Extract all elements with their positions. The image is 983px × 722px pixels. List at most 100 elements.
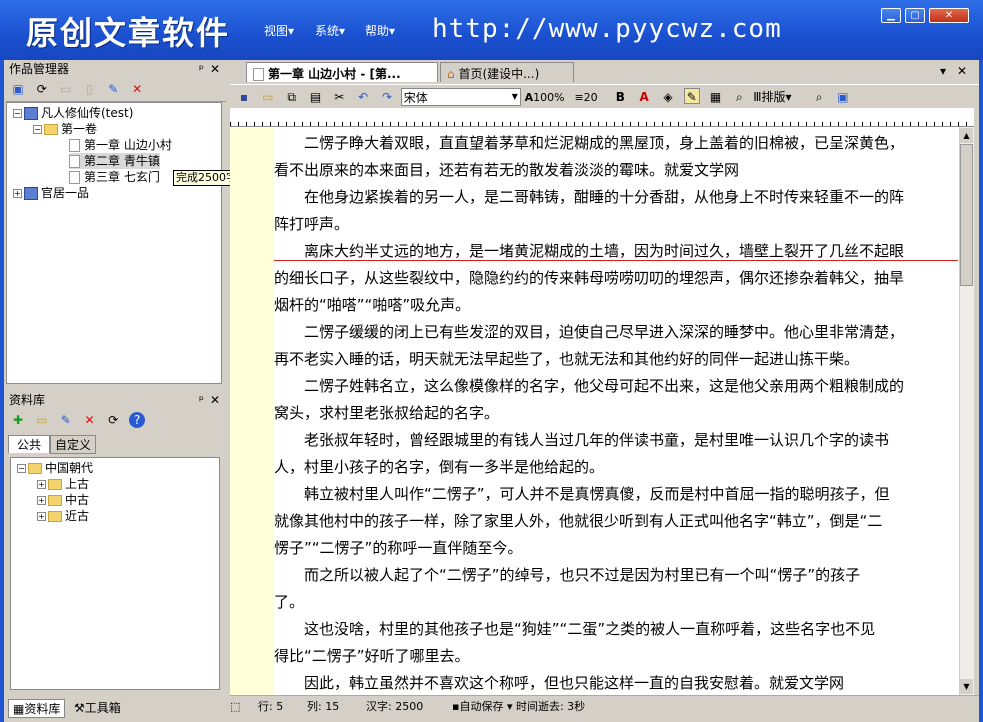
refresh-icon[interactable]: ⟳ (105, 412, 121, 428)
library-panel-header: 资料库 ᵖ ✕ (6, 391, 226, 409)
add-icon[interactable]: ✚ (10, 412, 26, 428)
bold-button[interactable]: B (612, 89, 628, 105)
close-button[interactable]: ✕ (929, 8, 969, 23)
text-line: 因此，韩立虽然并不喜欢这个称呼，但也只能这样一直的自我安慰着。就爱文学网 (274, 674, 845, 692)
autosave-control[interactable]: ▪自动保存 ▾ 时间逝去: 3秒 (452, 696, 585, 718)
panel-close-icon[interactable]: ✕ (210, 60, 220, 78)
open-folder-icon[interactable]: ▭ (34, 412, 50, 428)
tab-public[interactable]: 公共 (8, 435, 51, 453)
tree-near[interactable]: + 近古 (37, 508, 89, 524)
text-line: 人，村里小孩子的名字，倒有一多半是他给起的。 (274, 458, 605, 476)
text-line: 二愣子睁大着双眼，直直望着茅草和烂泥糊成的黑屋顶，身上盖着的旧棉被，已呈深黄色， (274, 134, 905, 152)
works-toolbar: ▣ ⟳ ▭ ▯ ✎ ✕ (6, 78, 226, 102)
paste-icon[interactable]: ▤ (307, 89, 323, 105)
panel-close-icon[interactable]: ✕ (210, 391, 220, 409)
tree-chapter-1[interactable]: 第一章 山边小村 (69, 137, 172, 153)
text-line: 了。 (274, 593, 305, 611)
scroll-down-icon[interactable]: ▼ (960, 679, 973, 694)
text-line: 离床大约半丈远的地方，是一堵黄泥糊成的土墙，因为时间过久，墙壁上裂开了几丝不起眼 (274, 242, 905, 260)
new-doc-icon[interactable]: ▯ (81, 81, 97, 97)
menu-system[interactable]: 系统▾ (315, 22, 345, 39)
tree-volume-1[interactable]: − 第一卷 (33, 121, 97, 137)
preview-icon[interactable]: ⌕ (731, 89, 747, 105)
line-spacing-control[interactable]: ≡20 (574, 91, 606, 104)
tree-ancient[interactable]: + 上古 (37, 476, 89, 492)
line-spacing-value: 20 (583, 91, 598, 104)
undo-icon[interactable]: ↶ (355, 89, 371, 105)
pen-icon[interactable]: ✎ (683, 88, 700, 104)
tree-chapter-label: 第一章 山边小村 (84, 138, 172, 152)
tab-close-icon[interactable]: ✕ (957, 64, 967, 78)
scroll-up-icon[interactable]: ▲ (960, 128, 973, 143)
tree-book-fanren[interactable]: − 凡人修仙传(test) (13, 105, 133, 121)
refresh-icon[interactable]: ⟳ (34, 81, 50, 97)
tree-middle[interactable]: + 中古 (37, 492, 89, 508)
cut-icon[interactable]: ✂ (331, 89, 347, 105)
tab-list-icon[interactable]: ▾ (940, 64, 946, 78)
selection-icon: ⬚ (230, 700, 241, 713)
grid-icon[interactable]: ▦ (708, 89, 724, 105)
font-color-button[interactable]: A (636, 89, 652, 105)
book-icon (24, 187, 38, 200)
status-bar: ⬚ 行: 5 列: 15 汉字: 2500 ▪自动保存 ▾ 时间逝去: 3秒 (230, 695, 979, 717)
text-line: 愣子”“二愣子”的称呼一直伴随至今。 (274, 539, 523, 557)
folder-icon[interactable]: ▭ (58, 81, 74, 97)
tree-dynasties[interactable]: − 中国朝代 (17, 460, 93, 476)
help-icon[interactable]: ? (129, 412, 146, 428)
tab-chapter-1[interactable]: 第一章 山边小村 - [第... (246, 62, 438, 82)
app-title: 原创文章软件 (26, 14, 231, 52)
toolbox-icon: ⚒ (74, 701, 85, 715)
library-tab-icon: ▦ (13, 702, 25, 716)
tree-chapter-label: 第三章 七玄门 (84, 170, 160, 184)
pin-icon[interactable]: ᵖ (199, 391, 204, 409)
open-icon[interactable]: ▭ (260, 89, 276, 105)
edit-icon[interactable]: ✎ (105, 81, 121, 97)
tree-child-label: 上古 (65, 477, 90, 491)
font-select[interactable]: 宋体 ▾ (400, 88, 521, 106)
tab-toolbox[interactable]: ⚒工具箱 (70, 699, 125, 716)
highlight-icon[interactable]: ◈ (660, 89, 676, 105)
menu-help[interactable]: 帮助▾ (365, 22, 395, 39)
edit-icon[interactable]: ✎ (58, 412, 74, 428)
tree-child-label: 中古 (65, 493, 90, 507)
tree-chapter-3[interactable]: 第三章 七玄门 (69, 169, 160, 185)
text-line: 在他身边紧挨着的另一人，是二哥韩铸，酣睡的十分香甜，从他身上不时传来轻重不一的阵 (274, 188, 905, 206)
find-icon[interactable]: ⌕ (811, 89, 827, 105)
menu-view[interactable]: 视图▾ (264, 22, 294, 39)
tree-chapter-2[interactable]: 第二章 青牛镇 (69, 153, 160, 169)
minimize-button[interactable]: ▁ (881, 8, 901, 23)
ruler (230, 108, 974, 127)
tab-library[interactable]: ▦资料库 (8, 699, 66, 718)
delete-icon[interactable]: ✕ (129, 81, 145, 97)
font-value: 宋体 (403, 91, 428, 105)
chevron-down-icon: ▾ (511, 89, 518, 103)
scroll-thumb[interactable] (960, 144, 973, 286)
zoom-control[interactable]: A100% (525, 91, 571, 104)
pin-icon[interactable]: ᵖ (199, 60, 204, 78)
tree-chapter-label: 第二章 青牛镇 (84, 154, 160, 168)
text-line: 看不出原来的本来面目，还若有若无的散发着淡淡的霉味。就爱文学网 (274, 161, 740, 179)
text-line: 阵打呼声。 (274, 215, 350, 233)
copy-icon[interactable]: ⧉ (284, 89, 300, 105)
folder-icon (44, 124, 58, 135)
save-icon[interactable]: ▪ (236, 89, 252, 105)
book-icon[interactable]: ▣ (10, 81, 26, 97)
layout-button[interactable]: Ⅲ排版▾ (753, 88, 805, 105)
bottom-tabs: ▦资料库 ⚒工具箱 (4, 697, 228, 718)
home-icon: ⌂ (447, 67, 459, 81)
tab-toolbox-label: 工具箱 (84, 701, 121, 715)
redo-icon[interactable]: ↷ (379, 89, 395, 105)
tree-volume-label: 第一卷 (61, 122, 98, 136)
tab-custom[interactable]: 自定义 (50, 435, 97, 454)
book-icon (24, 107, 38, 120)
delete-icon[interactable]: ✕ (81, 412, 97, 428)
zoom-value: 100% (533, 91, 565, 104)
maximize-button[interactable]: ▢ (905, 8, 925, 23)
fullscreen-icon[interactable]: ▣ (835, 89, 851, 105)
document-icon (253, 68, 264, 81)
status-col: 列: 15 (307, 700, 340, 713)
editor-gutter (230, 127, 274, 695)
tree-book-guanju[interactable]: + 官居一品 (13, 185, 89, 201)
tab-home[interactable]: ⌂ 首页(建设中...) (440, 62, 574, 82)
tab-library-label: 资料库 (24, 702, 61, 716)
